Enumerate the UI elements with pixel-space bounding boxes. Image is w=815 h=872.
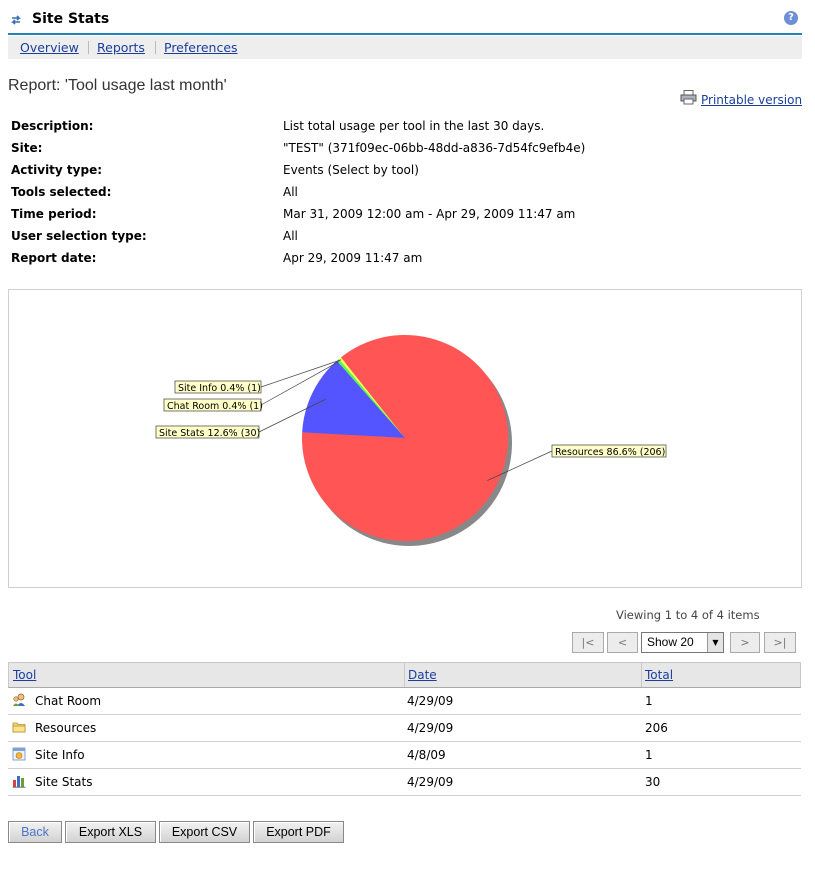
pie-label: Site Info 0.4% (1) bbox=[178, 383, 261, 394]
detail-label: Description: bbox=[11, 119, 94, 133]
table-header: Tool Date Total bbox=[8, 662, 801, 688]
next-page-button[interactable]: > bbox=[730, 632, 760, 653]
nav-bar: Overview Reports Preferences bbox=[8, 36, 802, 59]
detail-label: Time period: bbox=[11, 207, 97, 221]
nav-separator bbox=[155, 41, 156, 54]
printable-version-label[interactable]: Printable version bbox=[701, 93, 802, 107]
tool-total: 30 bbox=[645, 775, 661, 789]
page-title: Site Stats bbox=[32, 11, 110, 27]
detail-value: All bbox=[283, 229, 298, 243]
column-divider bbox=[404, 663, 405, 687]
nav-overview-link[interactable]: Overview bbox=[20, 40, 79, 55]
column-header-date[interactable]: Date bbox=[408, 668, 437, 682]
column-divider bbox=[641, 663, 642, 687]
reset-arrows-icon[interactable] bbox=[10, 14, 22, 26]
nav-reports-link[interactable]: Reports bbox=[97, 40, 145, 55]
resources-folder-icon bbox=[12, 722, 26, 733]
nav-separator bbox=[88, 41, 89, 54]
column-header-tool[interactable]: Tool bbox=[13, 668, 36, 682]
detail-label: Activity type: bbox=[11, 163, 103, 177]
column-header-total[interactable]: Total bbox=[645, 668, 673, 682]
site-stats-icon bbox=[12, 776, 26, 788]
tool-total: 1 bbox=[645, 694, 653, 708]
pie-label: Chat Room 0.4% (1) bbox=[167, 401, 263, 412]
page-size-value: Show 20 bbox=[647, 635, 694, 649]
chart-container: Site Info 0.4% (1) Chat Room 0.4% (1) Site… bbox=[8, 289, 802, 588]
pie-label: Site Stats 12.6% (30) bbox=[159, 428, 260, 439]
previous-page-button[interactable]: < bbox=[607, 632, 638, 653]
report-title: Report: 'Tool usage last month' bbox=[8, 77, 227, 94]
detail-value: "TEST" (371f09ec-06bb-48dd-a836-7d54fc9e… bbox=[283, 141, 586, 155]
tool-total: 206 bbox=[645, 721, 668, 735]
tool-date: 4/8/09 bbox=[407, 748, 446, 762]
detail-value: Mar 31, 2009 12:00 am - Apr 29, 2009 11:… bbox=[283, 207, 576, 221]
last-page-button[interactable]: >| bbox=[764, 632, 796, 653]
detail-value: Apr 29, 2009 11:47 am bbox=[283, 251, 423, 265]
back-button[interactable]: Back bbox=[8, 821, 62, 843]
tool-usage-table: Tool Date Total Chat Room 4/29/09 1 Reso… bbox=[8, 662, 801, 796]
export-csv-button[interactable]: Export CSV bbox=[159, 821, 250, 843]
nav-preferences-link[interactable]: Preferences bbox=[164, 40, 238, 55]
site-info-icon bbox=[12, 747, 26, 761]
tool-title-bar: Site Stats ? bbox=[8, 8, 802, 35]
dropdown-arrow-icon[interactable]: ▼ bbox=[707, 633, 723, 652]
tool-name: Site Stats bbox=[35, 775, 93, 789]
viewing-count: Viewing 1 to 4 of 4 items bbox=[616, 608, 760, 622]
detail-label: Tools selected: bbox=[11, 185, 112, 199]
detail-value: Events (Select by tool) bbox=[283, 163, 419, 177]
detail-value: All bbox=[283, 185, 298, 199]
table-row: Chat Room 4/29/09 1 bbox=[8, 688, 801, 715]
tool-total: 1 bbox=[645, 748, 653, 762]
chat-room-icon bbox=[13, 693, 25, 706]
pie-chart: Site Info 0.4% (1) Chat Room 0.4% (1) Site… bbox=[155, 335, 667, 546]
printer-icon bbox=[680, 90, 697, 105]
tool-date: 4/29/09 bbox=[407, 775, 454, 789]
export-pdf-button[interactable]: Export PDF bbox=[253, 821, 344, 843]
tool-name: Site Info bbox=[35, 748, 85, 762]
table-row: Site Stats 4/29/09 30 bbox=[8, 769, 801, 796]
help-icon[interactable]: ? bbox=[784, 11, 798, 25]
detail-label: User selection type: bbox=[11, 229, 147, 243]
detail-label: Report date: bbox=[11, 251, 97, 265]
tool-name: Resources bbox=[35, 721, 97, 735]
page-size-select[interactable]: Show 20 ▼ bbox=[641, 632, 724, 653]
tool-date: 4/29/09 bbox=[407, 721, 454, 735]
export-xls-button[interactable]: Export XLS bbox=[65, 821, 156, 843]
detail-value: List total usage per tool in the last 30… bbox=[283, 119, 545, 133]
table-row: Site Info 4/8/09 1 bbox=[8, 742, 801, 769]
first-page-button[interactable]: |< bbox=[572, 632, 604, 653]
tool-date: 4/29/09 bbox=[407, 694, 454, 708]
detail-label: Site: bbox=[11, 141, 43, 155]
tool-name: Chat Room bbox=[35, 694, 102, 708]
pie-label: Resources 86.6% (206) bbox=[555, 447, 665, 458]
table-row: Resources 4/29/09 206 bbox=[8, 715, 801, 742]
